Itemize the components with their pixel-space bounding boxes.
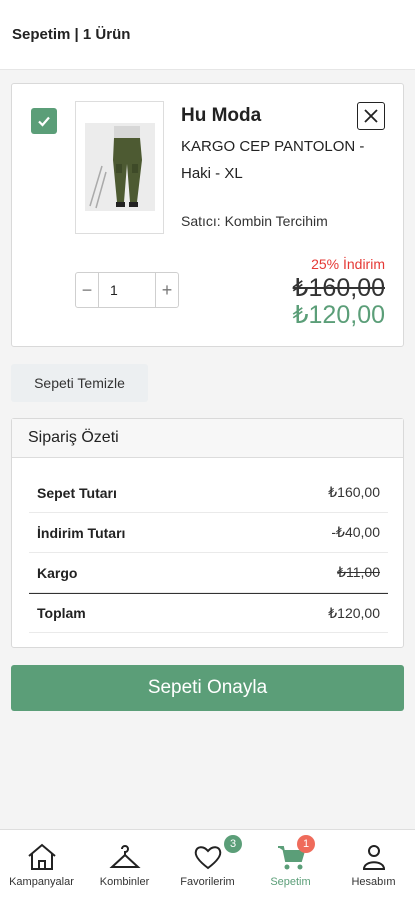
bottom-nav: Kampanyalar Kombinler Favorilerim 3 Sepe…	[0, 829, 415, 900]
favorites-count-badge: 3	[224, 835, 242, 853]
nav-item-favorites[interactable]: Favorilerim 3	[166, 830, 249, 900]
summary-title: Sipariş Özeti	[12, 419, 403, 458]
summary-value: ₺11,00	[337, 564, 380, 580]
summary-label: İndirim Tutarı	[37, 524, 126, 541]
new-price: ₺120,00	[292, 301, 385, 329]
summary-value: ₺120,00	[328, 604, 380, 621]
product-image[interactable]	[75, 101, 164, 234]
remove-item-button[interactable]	[357, 102, 385, 130]
summary-row-shipping: Kargo ₺11,00	[29, 553, 388, 593]
cart-count-badge: 1	[297, 835, 315, 853]
summary-value: ₺160,00	[328, 484, 380, 500]
summary-label: Sepet Tutarı	[37, 484, 117, 501]
order-summary: Sipariş Özeti Sepet Tutarı ₺160,00 İndir…	[11, 418, 404, 648]
old-price: ₺160,00	[292, 274, 385, 302]
clear-cart-button[interactable]: Sepeti Temizle	[11, 364, 148, 402]
increase-quantity-button[interactable]: +	[155, 273, 178, 307]
top-bar: Sepetim | 1 Ürün	[0, 0, 415, 70]
quantity-value[interactable]: 1	[99, 273, 155, 307]
seller-name: Satıcı: Kombin Tercihim	[181, 213, 328, 229]
summary-value: -₺40,00	[331, 524, 380, 540]
nav-label: Kampanyalar	[9, 876, 74, 888]
nav-label: Sepetim	[270, 876, 311, 888]
nav-label: Kombinler	[99, 876, 150, 888]
heart-icon	[194, 846, 221, 870]
summary-row-discount: İndirim Tutarı -₺40,00	[29, 513, 388, 553]
confirm-cart-button[interactable]: Sepeti Onayla	[11, 665, 404, 711]
nav-label: Hesabım	[351, 876, 396, 888]
cart-item-card: Hu Moda KARGO CEP PANTOLON - Haki - XL S…	[11, 83, 404, 347]
select-item-checkbox[interactable]	[31, 108, 57, 134]
summary-label: Toplam	[37, 605, 86, 621]
hanger-icon	[108, 845, 141, 868]
discount-badge: 25% İndirim	[311, 256, 385, 272]
summary-row-subtotal: Sepet Tutarı ₺160,00	[29, 473, 388, 513]
product-name[interactable]: KARGO CEP PANTOLON - Haki - XL	[181, 133, 381, 187]
product-brand[interactable]: Hu Moda	[181, 105, 261, 127]
close-icon	[364, 109, 378, 123]
nav-item-campaigns[interactable]: Kampanyalar	[0, 830, 83, 900]
nav-item-account[interactable]: Hesabım	[332, 830, 415, 900]
home-icon	[27, 843, 56, 870]
user-icon	[362, 845, 385, 870]
nav-item-combinations[interactable]: Kombinler	[83, 830, 166, 900]
nav-label: Favorilerim	[180, 876, 235, 888]
summary-label: Kargo	[37, 564, 78, 581]
summary-table: Sepet Tutarı ₺160,00 İndirim Tutarı -₺40…	[29, 473, 388, 633]
decrease-quantity-button[interactable]: −	[76, 273, 99, 307]
summary-row-total: Toplam ₺120,00	[29, 593, 388, 633]
check-icon	[38, 116, 50, 127]
nav-item-cart[interactable]: Sepetim 1	[249, 830, 332, 900]
quantity-stepper: − 1 +	[75, 272, 179, 308]
page-title: Sepetim | 1 Ürün	[12, 26, 131, 43]
